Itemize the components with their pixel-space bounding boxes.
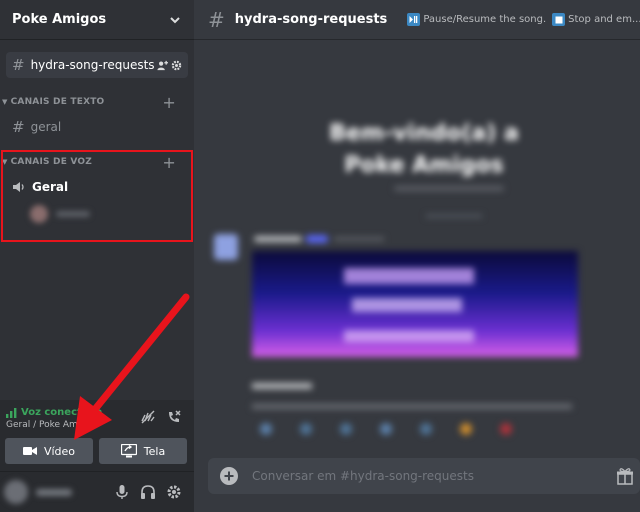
- embed-banner-text: [344, 330, 474, 342]
- reaction-button[interactable]: [500, 423, 512, 435]
- reaction-button[interactable]: [380, 423, 392, 435]
- add-icon[interactable]: [220, 467, 238, 485]
- message-author[interactable]: [254, 236, 302, 242]
- microphone-icon[interactable]: [114, 484, 130, 500]
- play-pause-icon: [407, 13, 421, 26]
- message-timestamp: [334, 237, 384, 241]
- noise-suppression-icon[interactable]: [140, 409, 156, 425]
- voice-status-label: Voz conectada: [21, 407, 103, 418]
- screen-share-icon: [120, 444, 137, 458]
- headphones-icon[interactable]: [140, 484, 156, 500]
- category-label: CANAIS DE TEXTO: [10, 97, 105, 107]
- channel-label: geral: [30, 120, 62, 134]
- gear-icon[interactable]: [171, 60, 182, 71]
- embed-heading: [252, 383, 312, 389]
- hash-icon: #: [208, 7, 225, 32]
- disconnect-icon[interactable]: [166, 409, 182, 425]
- welcome-title: Bem-vindo(a) a Poke Amigos: [329, 121, 519, 178]
- category-text-channels[interactable]: ▼ CANAIS DE TEXTO +: [2, 93, 184, 112]
- highlight-box: [1, 150, 193, 242]
- hash-icon: #: [12, 56, 25, 74]
- chevron-down-icon: [170, 16, 180, 23]
- plus-icon[interactable]: +: [162, 93, 176, 112]
- user-panel: [0, 472, 194, 512]
- channel-topic-item[interactable]: Pause/Resume the song.: [407, 13, 546, 26]
- message-area: Bem-vindo(a) a Poke Amigos: [194, 40, 640, 452]
- embed-banner-text: [344, 268, 474, 284]
- bot-badge: [306, 235, 328, 243]
- voice-status[interactable]: Voz conectada: [6, 407, 102, 418]
- screen-share-label: Tela: [143, 444, 166, 458]
- camera-icon: [22, 447, 37, 455]
- avatar[interactable]: [214, 234, 238, 260]
- voice-location[interactable]: Geral / Poke Amigos: [6, 420, 96, 430]
- reaction-button[interactable]: [340, 423, 352, 435]
- channel-sidebar: Poke Amigos # hydra-song-requests ▼ CANA…: [0, 0, 194, 512]
- add-member-icon[interactable]: [157, 60, 168, 71]
- chevron-down-icon: ▼: [2, 98, 8, 106]
- embed-banner-text: [352, 298, 462, 312]
- screen-share-button[interactable]: Tela: [99, 438, 187, 464]
- stop-icon: [552, 13, 566, 26]
- channel-item-hydra-song-requests[interactable]: # hydra-song-requests: [6, 52, 188, 78]
- gear-icon[interactable]: [166, 484, 182, 500]
- discord-window: Poke Amigos # hydra-song-requests ▼ CANA…: [0, 0, 640, 512]
- reaction-button[interactable]: [260, 423, 272, 435]
- topic-label: Pause/Resume the song.: [423, 14, 547, 25]
- server-name: Poke Amigos: [12, 12, 107, 27]
- welcome-subtitle: [394, 186, 504, 191]
- channel-header: # hydra-song-requests Pause/Resume the s…: [194, 0, 640, 40]
- redacted-username: [36, 488, 72, 496]
- channel-item-geral[interactable]: # geral: [12, 116, 61, 138]
- topic-label: Stop and em...: [568, 14, 640, 25]
- welcome-divider: [426, 214, 482, 218]
- voice-connection-panel: Voz conectada Geral / Poke Amigos Vídeo …: [0, 400, 194, 472]
- message-input[interactable]: Conversar em #hydra-song-requests: [252, 469, 616, 483]
- video-button[interactable]: Vídeo: [5, 438, 93, 464]
- avatar: [4, 480, 28, 504]
- gift-icon[interactable]: [616, 467, 634, 485]
- hash-icon: #: [12, 118, 25, 136]
- reaction-button[interactable]: [300, 423, 312, 435]
- embed-description: [252, 404, 572, 409]
- channel-title: hydra-song-requests: [234, 12, 388, 27]
- reaction-button[interactable]: [460, 423, 472, 435]
- reaction-button[interactable]: [420, 423, 432, 435]
- channel-topic-item[interactable]: Stop and em...: [552, 13, 640, 26]
- message-composer[interactable]: Conversar em #hydra-song-requests: [208, 458, 640, 494]
- channel-label: hydra-song-requests: [30, 58, 154, 72]
- server-header[interactable]: Poke Amigos: [0, 0, 194, 40]
- signal-icon: [6, 407, 17, 418]
- user-account[interactable]: [4, 480, 72, 504]
- video-button-label: Vídeo: [43, 444, 76, 458]
